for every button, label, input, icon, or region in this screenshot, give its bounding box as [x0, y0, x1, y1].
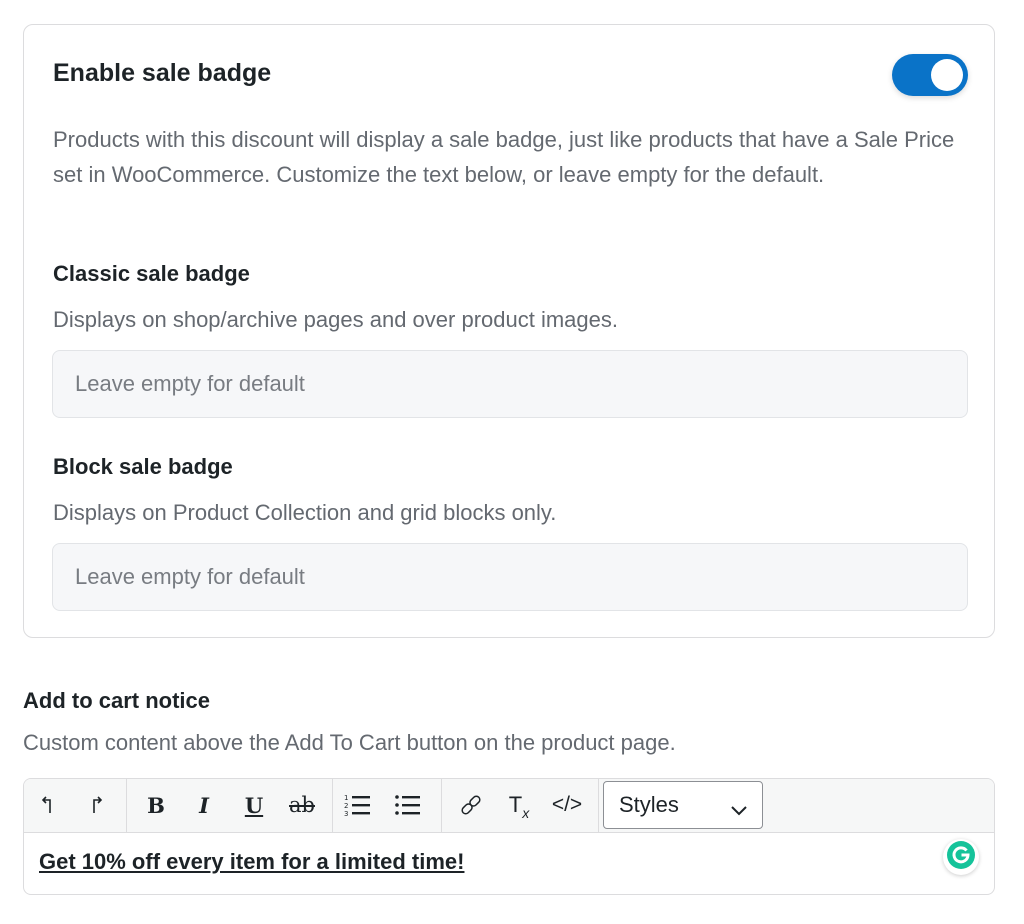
block-sale-badge-input[interactable]	[52, 543, 968, 611]
ordered-list-button[interactable]: 1 2 3	[342, 789, 374, 821]
svg-text:3: 3	[344, 810, 348, 817]
redo-icon	[86, 794, 106, 816]
italic-button[interactable]: I	[188, 789, 220, 821]
add-to-cart-notice-description: Custom content above the Add To Cart but…	[23, 730, 676, 755]
bold-button[interactable]: B	[140, 789, 172, 821]
editor-content[interactable]: Get 10% off every item for a limited tim…	[39, 849, 464, 875]
undo-icon	[38, 794, 58, 816]
grammarly-icon	[946, 840, 976, 875]
svg-text:2: 2	[344, 802, 348, 810]
sale-badge-card: Enable sale badge Products with this dis…	[23, 24, 995, 638]
toggle-knob	[931, 59, 963, 91]
classic-sale-badge-description: Displays on shop/archive pages and over …	[53, 307, 618, 332]
rich-text-editor: B I U ab 1 2 3 Tx </> Styles Get 10% off…	[23, 778, 995, 895]
styles-dropdown[interactable]: Styles	[603, 781, 763, 829]
add-to-cart-notice-title: Add to cart notice	[23, 688, 211, 713]
strikethrough-button[interactable]: ab	[286, 789, 318, 821]
enable-sale-badge-toggle[interactable]	[892, 54, 968, 96]
clear-format-icon: Tx	[508, 792, 530, 821]
link-icon	[459, 793, 483, 817]
editor-toolbar: B I U ab 1 2 3 Tx </> Styles	[24, 779, 994, 833]
classic-sale-badge-title: Classic sale badge	[53, 261, 250, 286]
block-sale-badge-title: Block sale badge	[53, 454, 233, 479]
toolbar-group-lists: 1 2 3	[332, 779, 442, 832]
chevron-down-icon	[730, 797, 748, 823]
clear-format-label: T	[508, 792, 523, 817]
svg-text:1: 1	[344, 794, 348, 802]
toolbar-group-misc: Tx </>	[441, 779, 599, 832]
code-icon: </>	[551, 793, 583, 816]
clear-format-sub: x	[522, 805, 530, 821]
link-button[interactable]	[455, 789, 487, 821]
toolbar-group-history	[24, 779, 127, 832]
bullet-list-icon	[394, 793, 422, 817]
redo-button[interactable]	[80, 789, 112, 821]
underline-button[interactable]: U	[238, 789, 270, 821]
bullet-list-button[interactable]	[392, 789, 424, 821]
classic-sale-badge-input[interactable]	[52, 350, 968, 418]
toolbar-group-format: B I U ab	[126, 779, 333, 832]
grammarly-button[interactable]	[943, 839, 979, 875]
ordered-list-icon: 1 2 3	[344, 793, 372, 817]
enable-sale-badge-title: Enable sale badge	[53, 59, 272, 87]
undo-button[interactable]	[32, 789, 64, 821]
code-button[interactable]: </>	[547, 789, 587, 821]
block-sale-badge-description: Displays on Product Collection and grid …	[53, 500, 557, 525]
styles-dropdown-label: Styles	[619, 792, 679, 817]
sale-badge-description: Products with this discount will display…	[53, 127, 955, 187]
clear-format-button[interactable]: Tx	[503, 789, 535, 821]
